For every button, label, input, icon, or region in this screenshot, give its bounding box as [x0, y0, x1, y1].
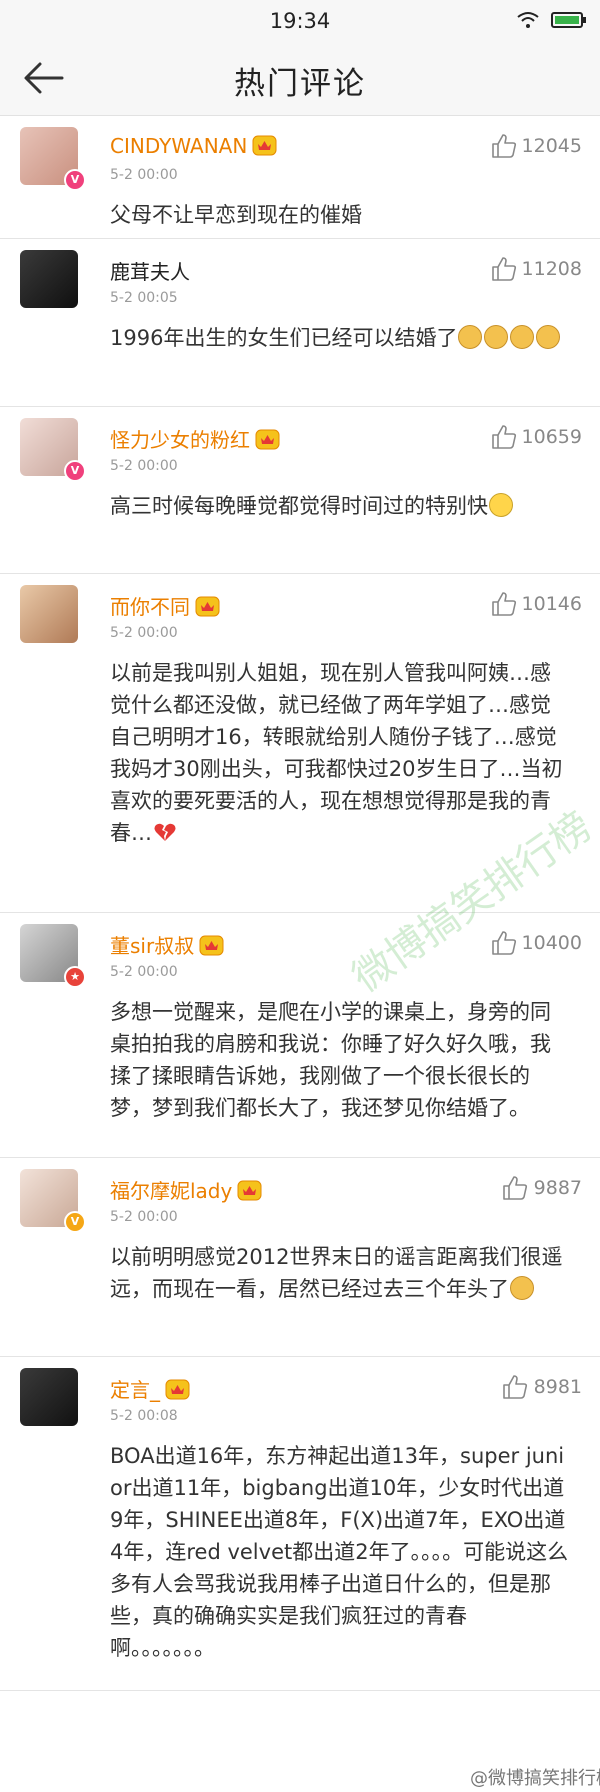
- verified-badge-icon: V: [64, 169, 86, 191]
- thumbs-up-icon[interactable]: [491, 930, 517, 956]
- like-count: 10659: [521, 426, 582, 448]
- comment-text: 高三时候每晚睡觉都觉得时间过的特别快: [110, 490, 570, 522]
- status-bar: 19:34: [0, 0, 600, 40]
- comment-item: 鹿茸夫人 11208 5-2 00:05 1996年出生的女生们已经可以结婚了: [0, 240, 600, 407]
- comment-text: 以前是我叫别人姐姐，现在别人管我叫阿姨…感觉什么都还没做，就已经做了两年学姐了……: [110, 661, 563, 845]
- thumbs-up-icon[interactable]: [491, 256, 517, 282]
- comment-text: 多想一觉醒来，是爬在小学的课桌上，身旁的同桌拍拍我的肩膀和我说：你睡了好久好久哦…: [110, 1000, 551, 1120]
- page-title: 热门评论: [234, 66, 366, 102]
- comment-text: 父母不让早恋到现在的催婚: [110, 203, 362, 227]
- thumbs-up-icon[interactable]: [491, 591, 517, 617]
- wifi-icon: [517, 12, 539, 28]
- comment-item: V 怪力少女的粉红 10659 5-2 00:00 高三时候每晚睡觉都觉得时间过…: [0, 408, 600, 574]
- like-count: 10146: [521, 593, 582, 615]
- comment-time: 5-2 00:05: [110, 290, 178, 306]
- vip-crown-icon: [199, 935, 224, 956]
- verified-badge-icon: V: [64, 460, 86, 482]
- username[interactable]: CINDYWANAN: [110, 133, 278, 158]
- broken-heart-emoji-icon: [154, 823, 176, 841]
- avatar[interactable]: [20, 1368, 78, 1426]
- comment-time: 5-2 00:00: [110, 167, 178, 183]
- avatar[interactable]: [20, 250, 78, 308]
- doge-emoji-icon: [536, 325, 561, 349]
- doge-emoji-icon: [510, 1276, 534, 1300]
- status-time: 19:34: [269, 9, 331, 33]
- comment-text: BOA出道16年，东方神起出道13年，super junior出道11年，big…: [110, 1444, 569, 1660]
- thumbs-up-icon[interactable]: [502, 1175, 528, 1201]
- username[interactable]: 福尔摩妮lady: [110, 1175, 263, 1204]
- like-count: 8981: [533, 1376, 582, 1398]
- vip-crown-icon: [165, 1379, 190, 1400]
- like-count: 10400: [521, 932, 582, 954]
- verified-badge-icon: V: [64, 1211, 86, 1233]
- comment-time: 5-2 00:00: [110, 964, 178, 980]
- username[interactable]: 怪力少女的粉红: [110, 424, 281, 453]
- username[interactable]: 鹿茸夫人: [110, 256, 190, 285]
- comment-time: 5-2 00:08: [110, 1408, 178, 1424]
- comment-item: V 福尔摩妮lady 9887 5-2 00:00 以前明明感觉2012世界末日…: [0, 1159, 600, 1357]
- verified-badge-icon: ★: [64, 966, 86, 988]
- thumbs-up-icon[interactable]: [491, 424, 517, 450]
- comment-time: 5-2 00:00: [110, 1209, 178, 1225]
- nav-bar: 热门评论: [0, 40, 600, 116]
- comment-item: 定言_ 8981 5-2 00:08 BOA出道16年，东方神起出道13年，su…: [0, 1358, 600, 1691]
- comment-time: 5-2 00:00: [110, 625, 178, 641]
- battery-icon: [551, 12, 586, 28]
- like-count: 9887: [533, 1177, 582, 1199]
- vip-crown-icon: [237, 1180, 262, 1201]
- thumbs-up-icon[interactable]: [491, 133, 517, 159]
- username[interactable]: 董sir叔叔: [110, 930, 225, 959]
- like-count: 11208: [521, 258, 582, 280]
- comment-item: ★ 董sir叔叔 10400 5-2 00:00 多想一觉醒来，是爬在小学的课桌…: [0, 914, 600, 1158]
- comment-text: 以前明明感觉2012世界末日的谣言距离我们很遥远，而现在一看，居然已经过去三个年…: [110, 1245, 563, 1301]
- avatar[interactable]: [20, 585, 78, 643]
- vip-crown-icon: [252, 135, 277, 156]
- comment-time: 5-2 00:00: [110, 458, 178, 474]
- username[interactable]: 定言_: [110, 1374, 191, 1403]
- comment-text: 1996年出生的女生们已经可以结婚了: [110, 322, 570, 354]
- comment-item: V CINDYWANAN 12045 5-2 00:00 父母不让早恋到现在的催…: [0, 117, 600, 239]
- doge-emoji-icon: [484, 325, 509, 349]
- watermark-corner: @微博搞笑排行榜: [470, 1768, 600, 1789]
- crying-emoji-icon: [489, 493, 513, 517]
- thumbs-up-icon[interactable]: [502, 1374, 528, 1400]
- doge-emoji-icon: [510, 325, 535, 349]
- vip-crown-icon: [255, 429, 280, 450]
- doge-emoji-icon: [458, 325, 483, 349]
- vip-crown-icon: [195, 596, 220, 617]
- like-count: 12045: [521, 135, 582, 157]
- username[interactable]: 而你不同: [110, 591, 221, 620]
